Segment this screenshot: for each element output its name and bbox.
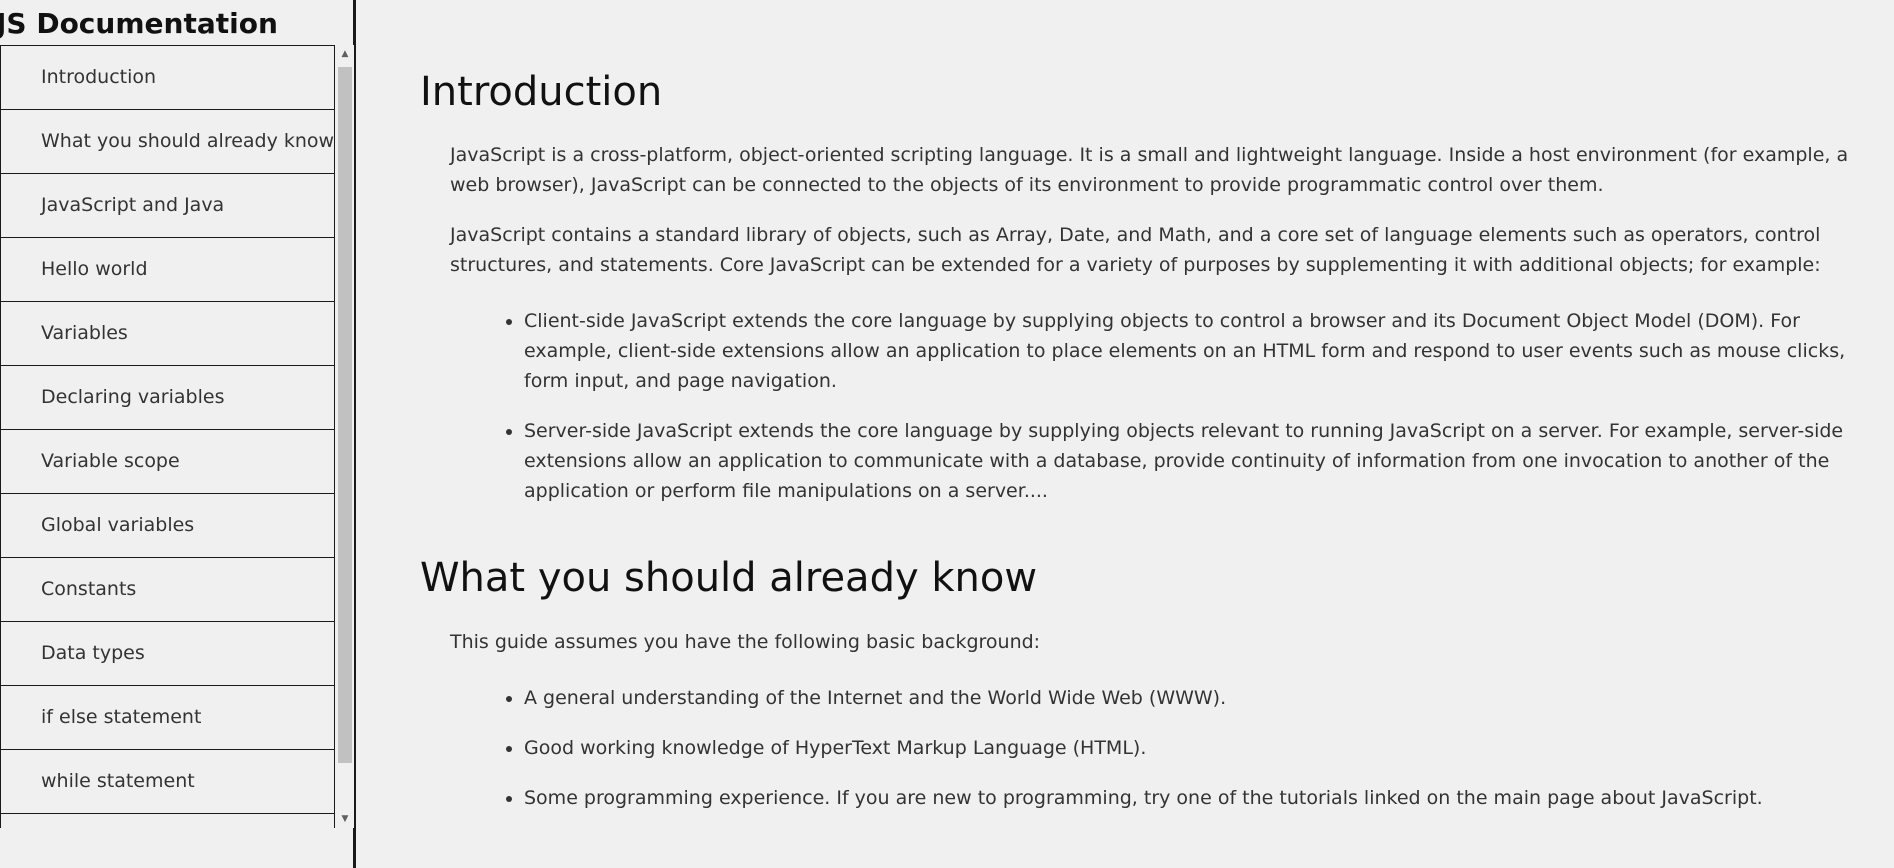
section-what-you-should-already-know: What you should already know This guide … xyxy=(420,553,1875,813)
nav-scrollbar[interactable]: ▲ ▼ xyxy=(336,45,354,828)
list-item: Good working knowledge of HyperText Mark… xyxy=(524,733,1875,763)
section-title: Introduction xyxy=(420,69,663,115)
section-introduction: Introduction JavaScript is a cross-platf… xyxy=(420,67,1875,506)
list-item: Client-side JavaScript extends the core … xyxy=(524,306,1875,396)
list-item: A general understanding of the Internet … xyxy=(524,683,1875,713)
list-item: Some programming experience. If you are … xyxy=(524,783,1875,813)
nav-link-declaring-variables[interactable]: Declaring variables xyxy=(0,365,335,429)
bullet-list: A general understanding of the Internet … xyxy=(420,683,1875,813)
nav-link-while-statement[interactable]: while statement xyxy=(0,749,335,813)
scroll-up-arrow-icon[interactable]: ▲ xyxy=(336,45,354,63)
section-paragraph: JavaScript contains a standard library o… xyxy=(450,224,1821,276)
bullet-list: Client-side JavaScript extends the core … xyxy=(420,306,1875,506)
nav-link-variable-scope[interactable]: Variable scope xyxy=(0,429,335,493)
nav-link-next[interactable] xyxy=(0,813,335,828)
nav-link-data-types[interactable]: Data types xyxy=(0,621,335,685)
nav-link-what-you-should-already-know[interactable]: What you should already know xyxy=(0,109,335,173)
nav-link-hello-world[interactable]: Hello world xyxy=(0,237,335,301)
nav-link-javascript-and-java[interactable]: JavaScript and Java xyxy=(0,173,335,237)
section-paragraph: This guide assumes you have the followin… xyxy=(450,631,1041,653)
section-title: What you should already know xyxy=(420,555,1038,601)
nav-header: JS Documentation xyxy=(0,7,278,40)
nav-link-introduction[interactable]: Introduction xyxy=(0,45,335,109)
scroll-down-arrow-icon[interactable]: ▼ xyxy=(336,810,354,828)
navbar: JS Documentation Introduction What you s… xyxy=(0,0,356,868)
list-item: Server-side JavaScript extends the core … xyxy=(524,416,1875,506)
nav-link-list: Introduction What you should already kno… xyxy=(0,45,335,828)
nav-link-global-variables[interactable]: Global variables xyxy=(0,493,335,557)
main-doc: Introduction JavaScript is a cross-platf… xyxy=(420,0,1875,868)
nav-link-variables[interactable]: Variables xyxy=(0,301,335,365)
nav-link-constants[interactable]: Constants xyxy=(0,557,335,621)
scrollbar-thumb[interactable] xyxy=(338,67,352,763)
nav-link-if-else-statement[interactable]: if else statement xyxy=(0,685,335,749)
section-paragraph: JavaScript is a cross-platform, object-o… xyxy=(450,144,1849,196)
